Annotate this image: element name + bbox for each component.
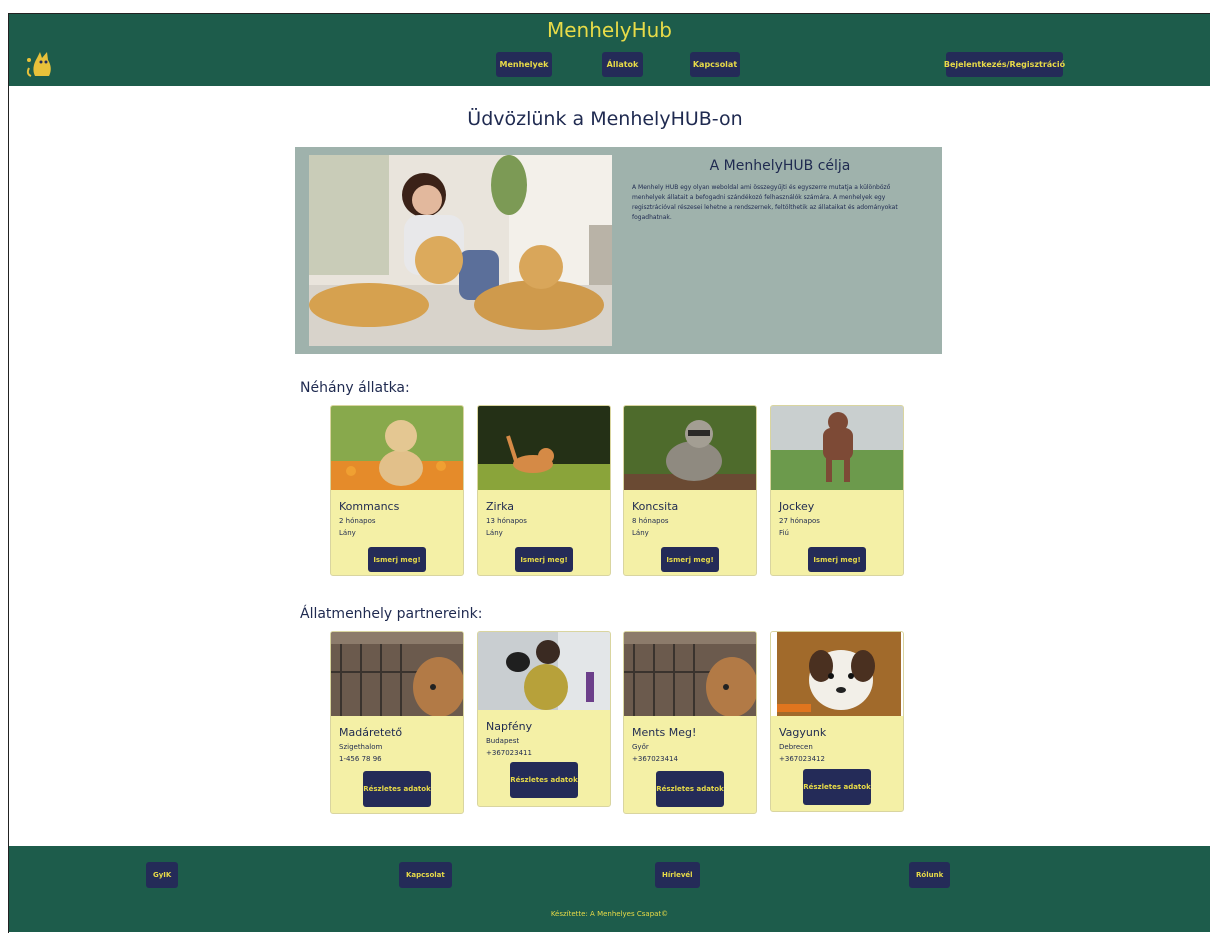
details-button[interactable]: Részletes adatok bbox=[510, 762, 578, 798]
shelter-phone: 1-456 78 96 bbox=[339, 755, 382, 763]
footer-newsletter-link[interactable]: Hírlevél bbox=[655, 862, 700, 888]
shelter-name: Madáretető bbox=[339, 726, 403, 739]
meet-button[interactable]: Ismerj meg! bbox=[661, 547, 719, 572]
meet-button[interactable]: Ismerj meg! bbox=[368, 547, 426, 572]
shelter-photo bbox=[624, 632, 756, 716]
animal-card: Zirka 13 hónapos Lány Ismerj meg! bbox=[477, 405, 611, 576]
site-footer: GyIK Kapcsolat Hírlevél Rólunk Készített… bbox=[9, 846, 1210, 932]
animal-sex: Lány bbox=[486, 529, 503, 537]
partners-section-title: Állatmenhely partnereink: bbox=[300, 606, 483, 622]
site-header: MenhelyHub Menhelyek Állatok Kapcsolat B… bbox=[9, 14, 1210, 86]
shelter-card: Vagyunk Debrecen +367023412 Részletes ad… bbox=[770, 631, 904, 812]
animal-name: Zirka bbox=[486, 500, 515, 513]
animal-card: Kommancs 2 hónapos Lány Ismerj meg! bbox=[330, 405, 464, 576]
animal-photo bbox=[478, 406, 610, 490]
footer-about-link[interactable]: Rólunk bbox=[909, 862, 951, 888]
shelter-photo bbox=[771, 632, 903, 716]
shelter-card: Ments Meg! Győr +367023414 Részletes ada… bbox=[623, 631, 757, 814]
shelter-name: Napfény bbox=[486, 720, 533, 733]
shelter-phone: +367023412 bbox=[779, 755, 825, 763]
nav-menhelyek[interactable]: Menhelyek bbox=[496, 52, 552, 77]
animal-sex: Lány bbox=[339, 529, 356, 537]
animal-name: Koncsita bbox=[632, 500, 679, 513]
meet-button[interactable]: Ismerj meg! bbox=[808, 547, 866, 572]
shelter-city: Győr bbox=[632, 743, 649, 751]
footer-faq-link[interactable]: GyIK bbox=[146, 862, 179, 888]
shelter-card: Madáretető Szigethalom 1-456 78 96 Részl… bbox=[330, 631, 464, 814]
animal-name: Jockey bbox=[779, 500, 815, 513]
animal-photo bbox=[624, 406, 756, 490]
login-register-button[interactable]: Bejelentkezés/Regisztráció bbox=[944, 52, 1065, 77]
shelter-name: Vagyunk bbox=[779, 726, 827, 739]
nav-allatok[interactable]: Állatok bbox=[602, 52, 643, 77]
animal-photo bbox=[771, 406, 903, 490]
animal-card: Jockey 27 hónapos Fiú Ismerj meg! bbox=[770, 405, 904, 576]
about-photo bbox=[309, 155, 612, 346]
shelter-name: Ments Meg! bbox=[632, 726, 697, 739]
nav-kapcsolat[interactable]: Kapcsolat bbox=[690, 52, 740, 77]
about-text: A Menhely HUB egy olyan weboldal ami öss… bbox=[632, 184, 898, 221]
shelter-city: Budapest bbox=[486, 737, 520, 745]
animal-name: Kommancs bbox=[339, 500, 400, 513]
site-brand[interactable]: MenhelyHub bbox=[9, 18, 1210, 42]
shelter-photo bbox=[478, 632, 610, 710]
animal-age: 27 hónapos bbox=[779, 517, 820, 525]
footer-credit: Készítette: A Menhelyes Csapat© bbox=[550, 910, 669, 918]
shelter-photo bbox=[331, 632, 463, 716]
animal-sex: Fiú bbox=[779, 529, 789, 537]
details-button[interactable]: Részletes adatok bbox=[363, 771, 431, 807]
animal-age: 13 hónapos bbox=[486, 517, 527, 525]
animals-section-title: Néhány állatka: bbox=[300, 380, 410, 396]
animal-sex: Lány bbox=[632, 529, 649, 537]
footer-contact-link[interactable]: Kapcsolat bbox=[399, 862, 452, 888]
details-button[interactable]: Részletes adatok bbox=[803, 769, 871, 805]
shelter-city: Debrecen bbox=[779, 743, 813, 751]
animal-age: 8 hónapos bbox=[632, 517, 669, 525]
shelter-phone: +367023414 bbox=[632, 755, 678, 763]
animal-card: Koncsita 8 hónapos Lány Ismerj meg! bbox=[623, 405, 757, 576]
about-section: A MenhelyHUB célja A Menhely HUB egy oly… bbox=[295, 147, 942, 354]
shelter-card: Napfény Budapest +367023411 Részletes ad… bbox=[477, 631, 611, 807]
cat-logo-icon[interactable] bbox=[23, 48, 57, 82]
shelter-city: Szigethalom bbox=[339, 743, 383, 751]
animal-photo bbox=[331, 406, 463, 490]
meet-button[interactable]: Ismerj meg! bbox=[515, 547, 573, 572]
page-title: Üdvözlünk a MenhelyHUB-on bbox=[467, 108, 743, 130]
animal-age: 2 hónapos bbox=[339, 517, 376, 525]
shelter-phone: +367023411 bbox=[486, 749, 532, 757]
details-button[interactable]: Részletes adatok bbox=[656, 771, 724, 807]
about-title: A MenhelyHUB célja bbox=[709, 158, 851, 174]
